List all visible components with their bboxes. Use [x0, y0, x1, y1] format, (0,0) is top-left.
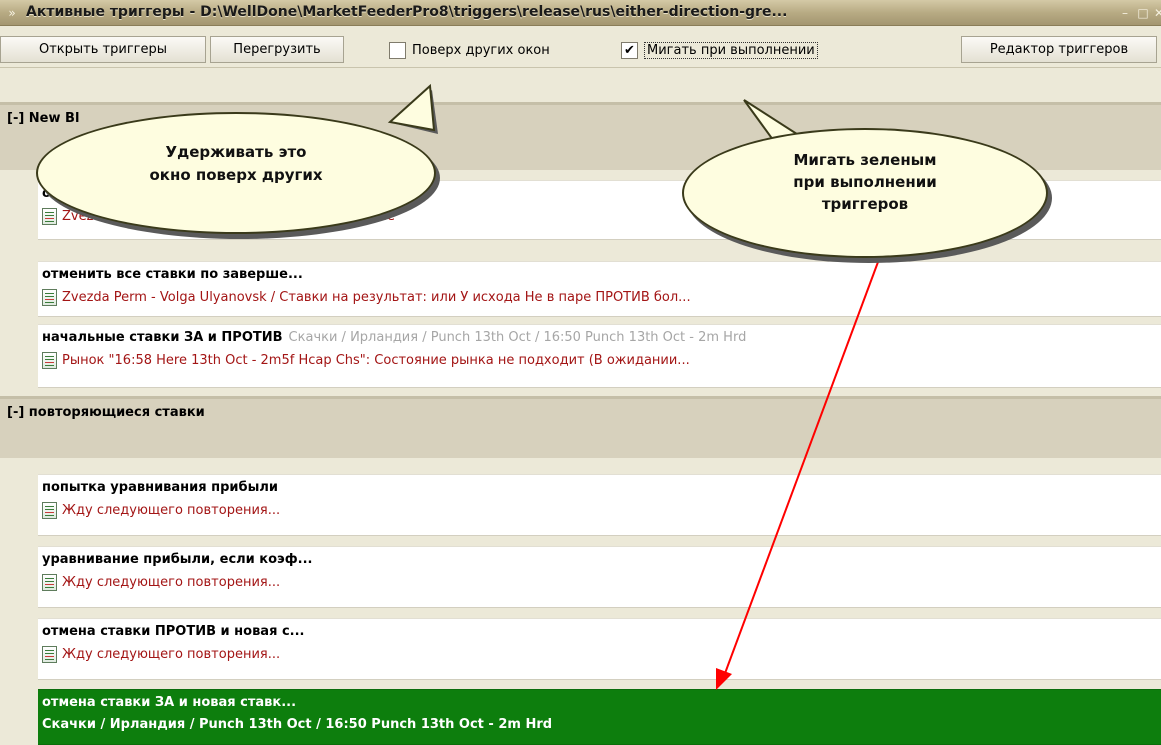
callout-tail — [387, 83, 436, 132]
arrow-head-icon — [716, 668, 732, 690]
callout-on-top: Удерживать это окно поверх других — [36, 112, 436, 234]
callout-line: Мигать зеленым — [793, 151, 937, 169]
callout-flash: Мигать зеленым при выполнении триггеров — [682, 128, 1048, 258]
arrow-line — [723, 261, 879, 677]
callout-line: окно поверх других — [149, 166, 323, 184]
annotation-overlay — [387, 83, 879, 690]
callout-line: триггеров — [821, 195, 909, 213]
callout-line: Удерживать это — [165, 143, 307, 161]
callout-line: при выполнении — [793, 173, 937, 191]
